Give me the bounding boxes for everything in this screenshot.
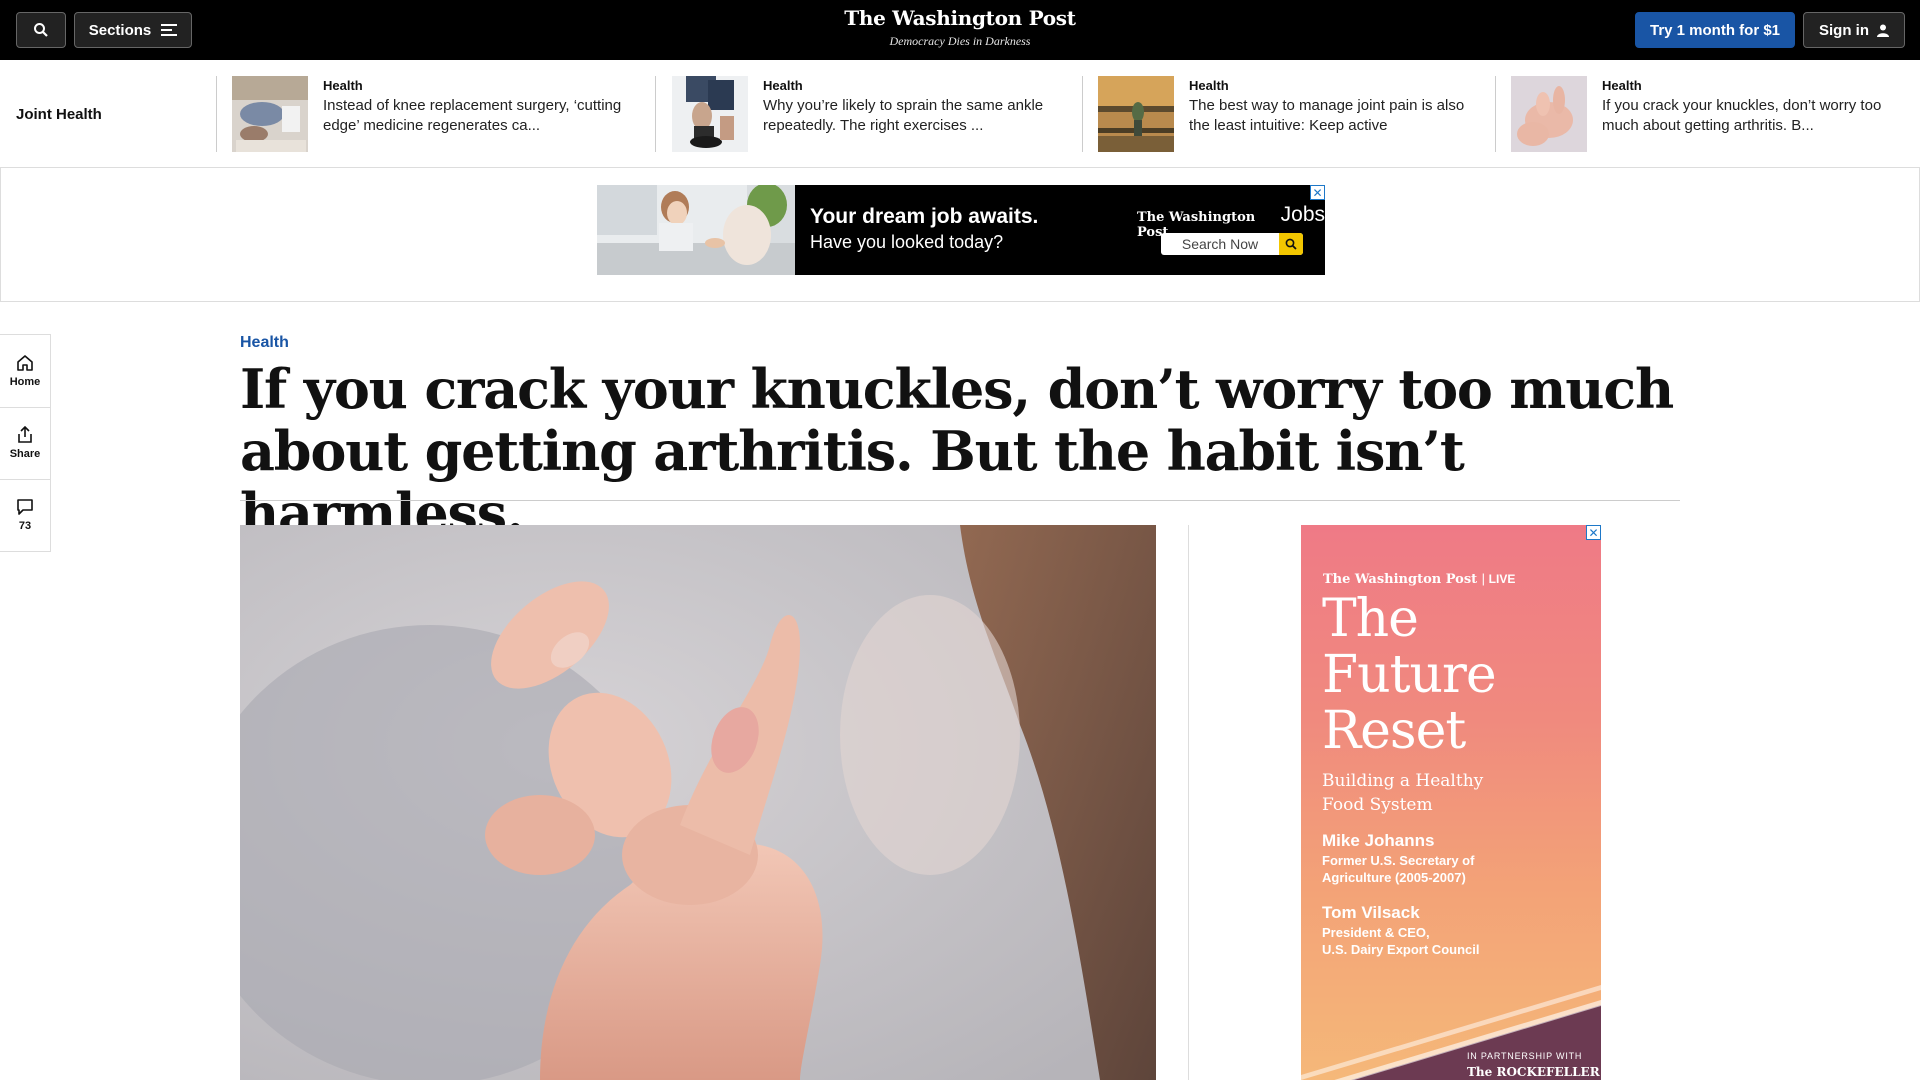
side-ad-title-line: Reset [1322,701,1466,761]
ad-close-icon[interactable]: ✕ [1586,525,1601,540]
side-ad-title: The Future Reset [1322,589,1497,761]
strip-card-headline[interactable]: Instead of knee replacement surgery, ‘cu… [323,96,643,136]
partnership-label: IN PARTNERSHIP WITH [1467,1051,1583,1061]
speaker-role: Former U.S. Secretary of Agriculture (20… [1322,852,1474,886]
home-icon [17,355,33,371]
sections-menu-button[interactable]: Sections [74,12,192,48]
ankle-thumbnail[interactable] [672,76,748,152]
strip-card-knuckles[interactable]: Health If you crack your knuckles, don’t… [1495,76,1920,152]
comments-count: 73 [18,520,32,532]
brand-logo[interactable]: The Washington Post Democracy Dies in Da… [760,6,1160,49]
strip-card-kicker: Health [1189,78,1229,93]
search-icon [1285,238,1297,250]
banner-ad-subline: Have you looked today? [810,232,1004,252]
strip-card-ankle[interactable]: Health Why you’re likely to sprain the s… [655,76,1082,152]
speaker-role-line: President & CEO, [1322,925,1430,940]
speaker-role-line: Agriculture (2005-2007) [1322,870,1466,885]
topic-strip: Joint Health Health Instead of knee repl… [0,60,1920,168]
banner-search-label: Search Now [1181,236,1259,252]
side-ad-brand: The Washington Post | LIVE [1323,571,1516,587]
knuckles-thumbnail[interactable] [1511,76,1587,152]
side-ad-title-line: Future [1322,645,1497,705]
brand-name: The Washington Post [844,6,1076,30]
speaker-name: Tom Vilsack [1322,903,1420,922]
left-action-rail: Home Share 73 [0,334,51,552]
speaker-role: President & CEO, U.S. Dairy Export Counc… [1322,924,1479,958]
sign-in-button[interactable]: Sign in [1803,12,1905,48]
subscribe-button[interactable]: Try 1 month for $1 [1635,12,1795,48]
side-ad-brand-name: The Washington Post [1323,572,1478,587]
side-ad-subtitle-line: Building a Healthy [1322,771,1484,791]
search-button[interactable] [16,12,66,48]
side-ad-title-line: The [1322,589,1419,649]
ad-close-icon[interactable]: ✕ [1310,185,1325,200]
share-button[interactable]: Share [0,407,50,479]
top-navigation-bar: Sections The Washington Post Democracy D… [0,0,1920,60]
banner-ad-brand-suffix: Jobs [1280,203,1325,226]
brand-tagline: Democracy Dies in Darkness [889,34,1031,48]
share-label: Share [9,448,41,460]
hero-image-knuckles [240,525,1156,1080]
partner-logo: The ROCKEFELLER [1467,1065,1600,1079]
search-icon [34,23,48,37]
strip-card-joint-pain[interactable]: Health The best way to manage joint pain… [1082,76,1495,152]
strip-card-knee[interactable]: Health Instead of knee replacement surge… [216,76,654,152]
strip-title: Joint Health [16,106,102,123]
comment-icon [17,499,33,515]
home-label: Home [9,376,41,388]
article-kicker[interactable]: Health [240,334,289,352]
column-divider [1188,525,1189,1080]
banner-search-button[interactable] [1279,233,1303,255]
sign-in-label: Sign in [1819,21,1869,39]
banner-ad-zone: Your dream job awaits. Have you looked t… [0,168,1920,302]
article-headline: If you crack your knuckles, don’t worry … [240,357,1674,545]
speaker-role-line: U.S. Dairy Export Council [1322,942,1480,957]
side-ad-brand-suffix: LIVE [1488,572,1516,586]
side-ad-subtitle: Building a Healthy Food System [1322,769,1483,817]
knee-surgery-thumbnail[interactable] [232,76,308,152]
menu-icon [161,24,178,36]
strip-card-kicker: Health [763,78,803,93]
strip-card-headline[interactable]: Why you’re likely to sprain the same ank… [763,96,1063,136]
share-icon [18,426,32,443]
strip-card-headline[interactable]: The best way to manage joint pain is als… [1189,96,1489,136]
office-handshake-image [597,185,795,275]
user-icon [1877,24,1889,37]
jobs-banner-ad[interactable]: Your dream job awaits. Have you looked t… [597,185,1325,275]
strip-card-headline[interactable]: If you crack your knuckles, don’t worry … [1602,96,1902,136]
sections-label: Sections [88,21,152,39]
home-button[interactable]: Home [0,335,50,407]
side-ad-subtitle-line: Food System [1322,795,1433,815]
banner-search-box[interactable]: Search Now [1161,233,1303,255]
speaker-name: Mike Johanns [1322,831,1435,850]
washington-post-live-ad[interactable]: The Washington Post | LIVE The Future Re… [1301,525,1601,1080]
banner-ad-headline: Your dream job awaits. [810,205,1039,228]
joint-pain-thumbnail[interactable] [1098,76,1174,152]
strip-card-kicker: Health [1602,78,1642,93]
strip-card-kicker: Health [323,78,363,93]
headline-divider [240,500,1680,501]
speaker-role-line: Former U.S. Secretary of [1322,853,1475,868]
comments-button[interactable]: 73 [0,479,50,551]
